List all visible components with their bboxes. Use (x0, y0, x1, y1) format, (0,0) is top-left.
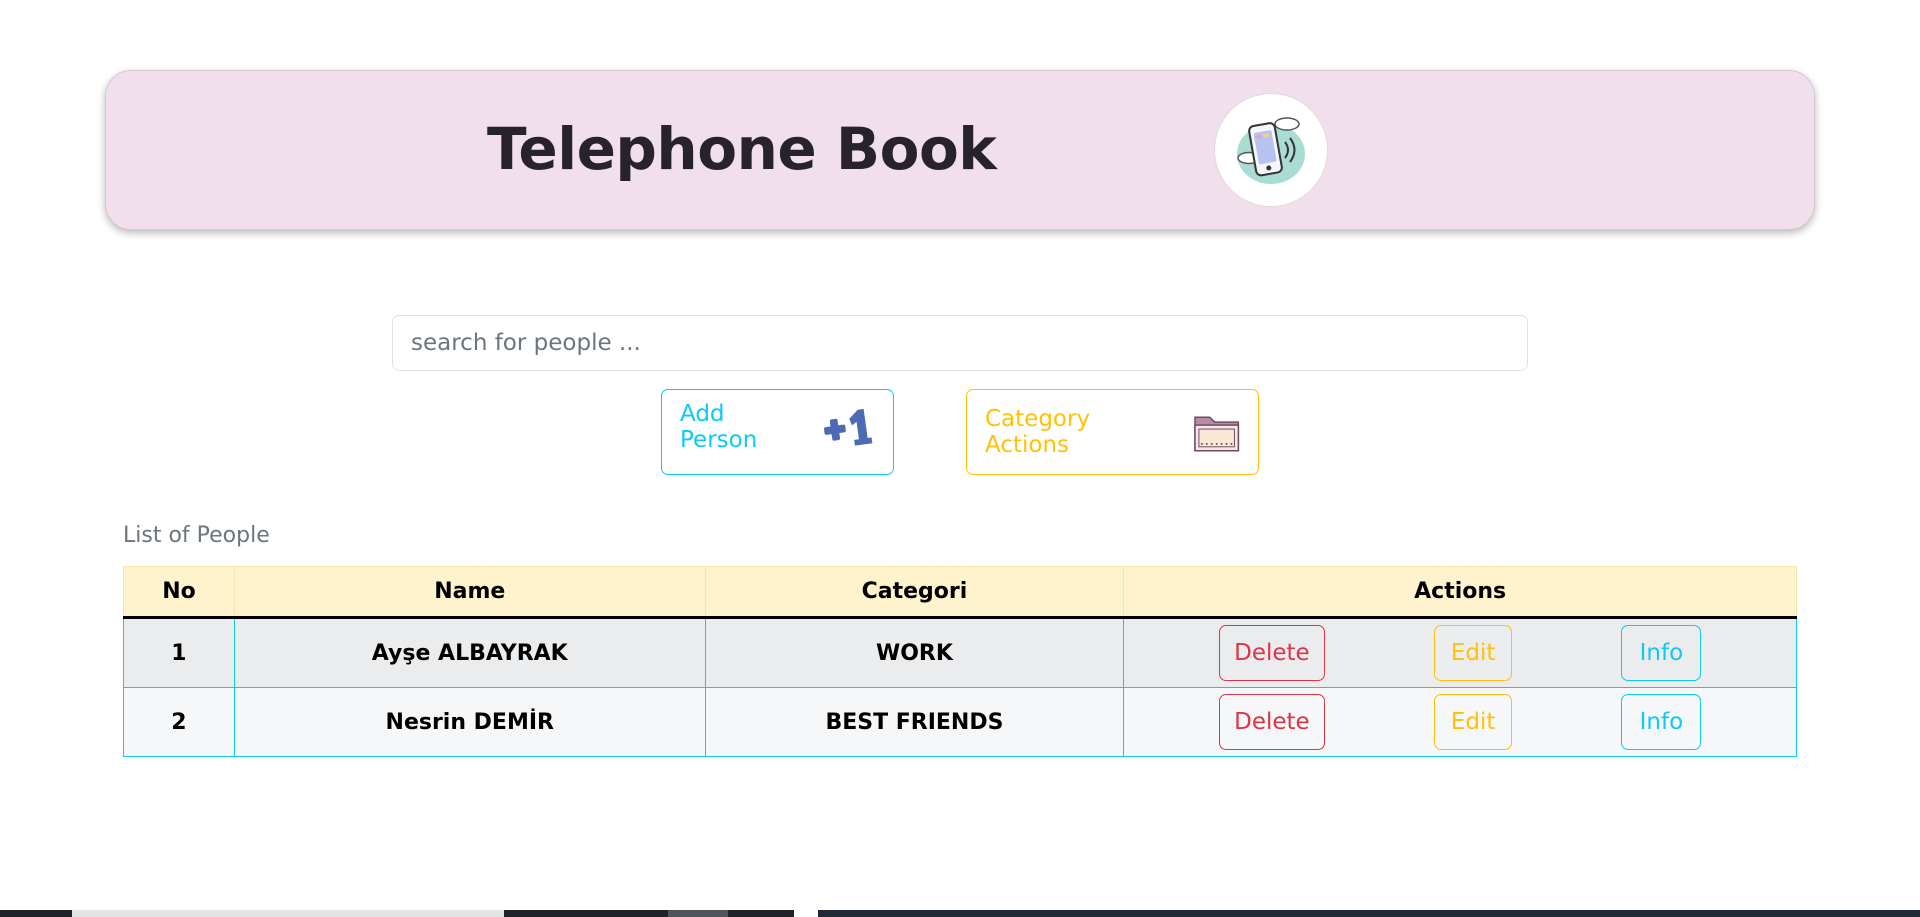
people-table: No Name Categori Actions 1 Ayşe ALBAYRAK… (123, 566, 1797, 757)
search-input[interactable] (392, 315, 1528, 371)
delete-button[interactable]: Delete (1218, 625, 1325, 681)
taskbar-segment (668, 910, 728, 917)
edit-button[interactable]: Edit (1434, 694, 1513, 750)
info-button[interactable]: Info (1621, 625, 1702, 681)
column-header-name: Name (233, 566, 706, 619)
row-actions: Delete Edit Info (1123, 617, 1797, 688)
phone-calling-graphic (1237, 117, 1305, 184)
taskbar-segment (818, 910, 1920, 917)
table-row: 1 Ayşe ALBAYRAK WORK Delete Edit Info (123, 617, 1797, 688)
person-category: WORK (704, 617, 1125, 688)
info-button[interactable]: Info (1621, 694, 1702, 750)
column-header-actions: Actions (1123, 566, 1797, 619)
taskbar-segment (72, 910, 504, 917)
plus-one-icon (824, 408, 873, 446)
row-actions-group: Delete Edit Info (1124, 694, 1796, 750)
person-name: Nesrin DEMİR (233, 687, 706, 757)
row-number: 1 (123, 617, 235, 688)
edit-button[interactable]: Edit (1434, 625, 1513, 681)
phone-calling-icon (1214, 93, 1328, 207)
table-header-row: No Name Categori Actions (123, 566, 1797, 619)
category-actions-button[interactable]: Category Actions (966, 389, 1259, 475)
taskbar-segment (728, 910, 794, 917)
taskbar-segment (504, 910, 668, 917)
person-category: BEST FRIENDS (704, 687, 1125, 757)
taskbar-segment (0, 910, 72, 917)
add-person-button[interactable]: Add Person (661, 389, 894, 475)
table-row: 2 Nesrin DEMİR BEST FRIENDS Delete Edit … (123, 687, 1797, 757)
page-title: Telephone Book (487, 115, 997, 183)
delete-button[interactable]: Delete (1218, 694, 1325, 750)
person-name: Ayşe ALBAYRAK (233, 617, 706, 688)
row-actions: Delete Edit Info (1123, 687, 1797, 757)
list-caption: List of People (123, 523, 270, 548)
row-number: 2 (123, 687, 235, 757)
add-person-label: Add Person (680, 401, 758, 453)
folder-icon (1193, 416, 1239, 452)
taskbar-strip (0, 910, 1920, 917)
category-actions-label: Category Actions (985, 406, 1091, 458)
row-actions-group: Delete Edit Info (1124, 625, 1796, 681)
column-header-no: No (123, 566, 235, 619)
header-card: Telephone Book (105, 70, 1815, 230)
column-header-category: Categori (704, 566, 1125, 619)
